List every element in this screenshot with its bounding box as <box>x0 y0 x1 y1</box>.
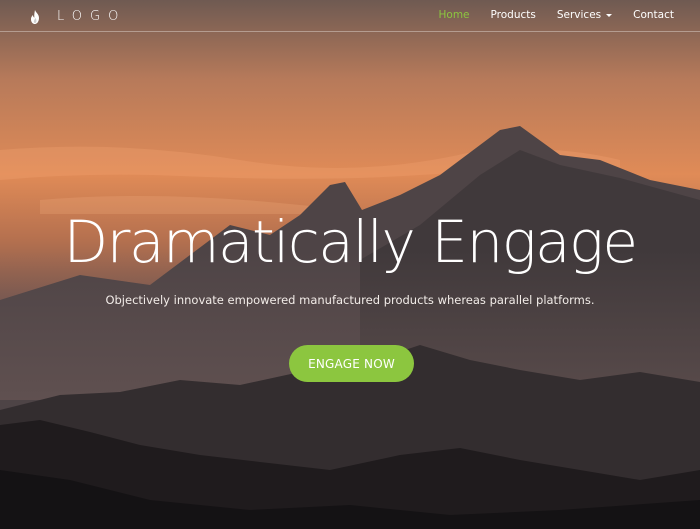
flame-icon <box>29 9 41 24</box>
nav-item-contact-label: Contact <box>633 9 674 21</box>
nav-item-products[interactable]: Products <box>491 9 536 21</box>
main-nav: Home Products Services Contact <box>418 9 675 21</box>
nav-item-services-label: Services <box>556 9 602 21</box>
nav-item-home[interactable]: Home <box>439 9 470 21</box>
hero-section: LOGO Home Products Services Contact Dram… <box>0 0 700 529</box>
nav-item-home-label: Home <box>438 9 470 21</box>
hero-subtext: Objectively innovate empowered manufactu… <box>105 293 595 307</box>
engage-now-button[interactable]: ENGAGE NOW <box>289 345 414 382</box>
logo-text: LOGO <box>57 8 127 24</box>
caret-down-icon <box>606 13 613 17</box>
nav-item-services[interactable]: Services <box>556 9 613 21</box>
hero-headline: Dramatically Engage <box>63 208 638 276</box>
logo[interactable]: LOGO <box>29 8 126 24</box>
top-navbar: LOGO Home Products Services Contact <box>0 0 700 32</box>
nav-item-contact[interactable]: Contact <box>633 9 674 21</box>
nav-item-products-label: Products <box>490 9 536 21</box>
